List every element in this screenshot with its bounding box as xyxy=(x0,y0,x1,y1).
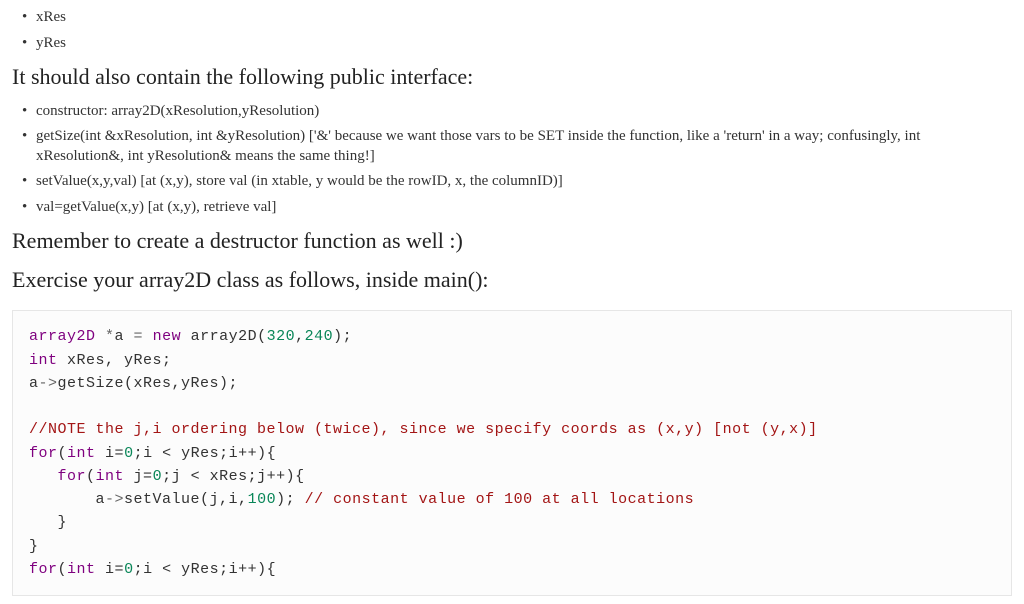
code-token: a xyxy=(29,491,105,508)
code-token: ( xyxy=(58,561,68,578)
code-token: ;j < xRes;j++){ xyxy=(162,468,305,485)
list-item: getSize(int &xResolution, int &yResoluti… xyxy=(22,127,1012,166)
code-token: 100 xyxy=(248,491,277,508)
code-comment: // constant value of 100 at all location… xyxy=(305,491,695,508)
code-token: int xyxy=(67,561,105,578)
interface-list: constructor: array2D(xResolution,yResolu… xyxy=(12,102,1012,218)
list-item: yRes xyxy=(22,34,1012,54)
code-token: } xyxy=(29,514,67,531)
list-item-text: setValue(x,y,val) [at (x,y), store val (… xyxy=(36,173,563,189)
list-item-text: yRes xyxy=(36,35,66,51)
list-item: val=getValue(x,y) [at (x,y), retrieve va… xyxy=(22,198,1012,218)
code-token: = xyxy=(134,328,153,345)
code-token: i= xyxy=(105,445,124,462)
code-token: -> xyxy=(39,375,58,392)
code-token: } xyxy=(29,538,39,555)
code-token: a xyxy=(29,375,39,392)
list-item-text: getSize(int &xResolution, int &yResoluti… xyxy=(36,128,920,164)
code-token: int xyxy=(29,352,67,369)
code-token: xRes, yRes; xyxy=(67,352,172,369)
code-token: 240 xyxy=(305,328,334,345)
code-token: -> xyxy=(105,491,124,508)
code-token: for xyxy=(29,468,86,485)
code-token: array2D( xyxy=(191,328,267,345)
code-token: array2D xyxy=(29,328,105,345)
exercise-heading: Exercise your array2D class as follows, … xyxy=(12,266,1012,295)
interface-heading: It should also contain the following pub… xyxy=(12,63,1012,92)
code-token: for xyxy=(29,445,58,462)
code-token: ); xyxy=(276,491,305,508)
code-token: setValue(j,i, xyxy=(124,491,248,508)
code-token: , xyxy=(295,328,305,345)
code-token: getSize(xRes,yRes); xyxy=(58,375,239,392)
code-comment: //NOTE the j,i ordering below (twice), s… xyxy=(29,421,818,438)
list-item-text: constructor: array2D(xResolution,yResolu… xyxy=(36,103,319,119)
code-token: ;i < yRes;i++){ xyxy=(134,445,277,462)
code-block: array2D *a = new array2D(320,240); int x… xyxy=(12,310,1012,596)
code-token: ); xyxy=(333,328,352,345)
list-item-text: xRes xyxy=(36,9,66,25)
list-item: setValue(x,y,val) [at (x,y), store val (… xyxy=(22,172,1012,192)
code-token: ;i < yRes;i++){ xyxy=(134,561,277,578)
code-token: 0 xyxy=(124,445,134,462)
code-token: ( xyxy=(58,445,68,462)
code-token: 320 xyxy=(267,328,296,345)
code-token: new xyxy=(153,328,191,345)
code-token: 0 xyxy=(153,468,163,485)
code-token: a xyxy=(115,328,134,345)
code-token: ( xyxy=(86,468,96,485)
code-token: for xyxy=(29,561,58,578)
list-item-text: val=getValue(x,y) [at (x,y), retrieve va… xyxy=(36,199,276,215)
list-item: constructor: array2D(xResolution,yResolu… xyxy=(22,102,1012,122)
code-token: * xyxy=(105,328,115,345)
member-var-list: xRes yRes xyxy=(12,8,1012,53)
code-token: int xyxy=(96,468,134,485)
code-token: i= xyxy=(105,561,124,578)
code-token: j= xyxy=(134,468,153,485)
code-token: 0 xyxy=(124,561,134,578)
destructor-heading: Remember to create a destructor function… xyxy=(12,227,1012,256)
code-token: int xyxy=(67,445,105,462)
list-item: xRes xyxy=(22,8,1012,28)
